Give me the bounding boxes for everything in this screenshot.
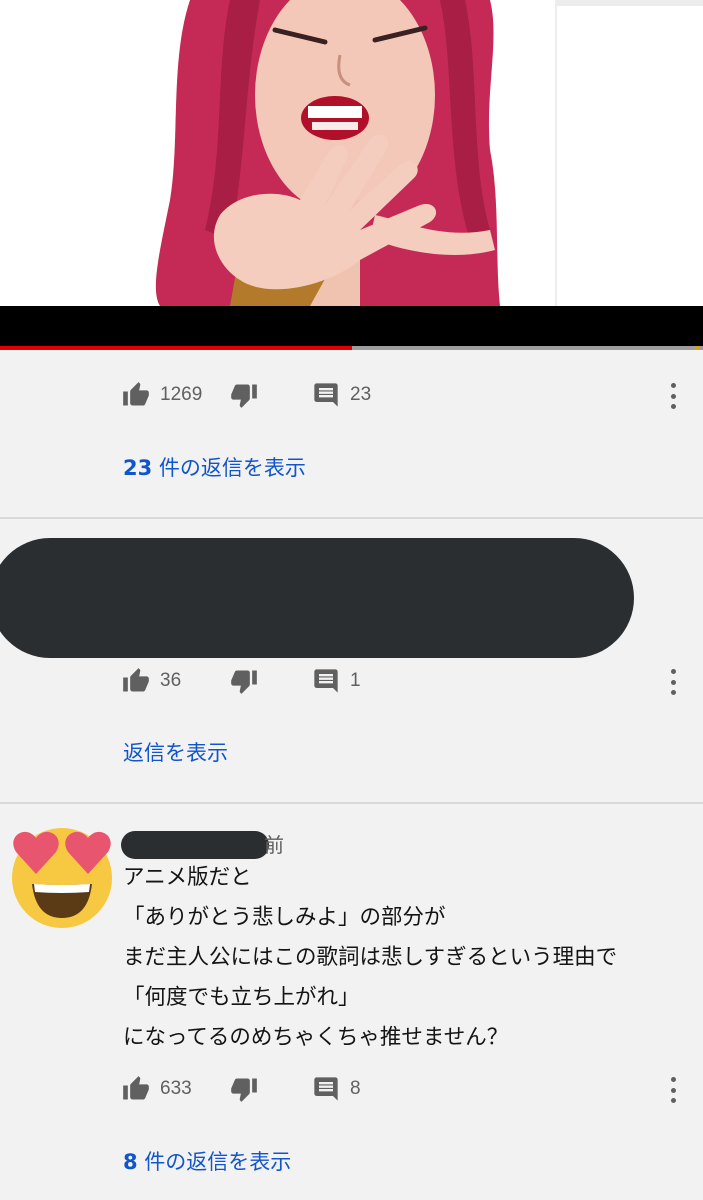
view-replies-label: 件の返信を表示 bbox=[152, 456, 306, 480]
like-button[interactable]: 1269 bbox=[122, 381, 230, 409]
thumbs-down-icon bbox=[231, 670, 257, 694]
view-replies-link[interactable]: 23 件の返信を表示 bbox=[123, 452, 306, 482]
comment-line: 「何度でも立ち上がれ」 bbox=[123, 985, 360, 1010]
view-replies-label: 件の返信を表示 bbox=[137, 1150, 292, 1174]
comment-line: 「ありがとう悲しみよ」の部分が bbox=[123, 905, 446, 930]
comment-divider bbox=[0, 802, 703, 804]
comment-actions: 633 8 bbox=[122, 1074, 361, 1104]
like-button[interactable]: 36 bbox=[122, 667, 230, 695]
like-button[interactable]: 633 bbox=[122, 1075, 230, 1103]
like-count: 1269 bbox=[160, 384, 203, 405]
more-vert-icon[interactable] bbox=[666, 1077, 680, 1103]
like-count: 36 bbox=[160, 670, 182, 691]
comment-line: まだ主人公にはこの歌詞は悲しすぎるという理由で bbox=[123, 945, 618, 970]
comment-icon bbox=[314, 1077, 338, 1101]
comment-timestamp: 前 bbox=[264, 833, 284, 857]
reply-count: 8 bbox=[350, 1078, 361, 1099]
thumbs-down-icon bbox=[231, 384, 257, 408]
view-replies-link[interactable]: 8 件の返信を表示 bbox=[123, 1146, 291, 1176]
comment-line: アニメ版だと bbox=[123, 865, 252, 890]
comment-text: アニメ版だと 「ありがとう悲しみよ」の部分が まだ主人公にはこの歌詞は悲しすぎる… bbox=[123, 858, 693, 1058]
reply-button[interactable]: 23 bbox=[312, 381, 371, 409]
heart-eyes-emoji-icon[interactable] bbox=[8, 822, 116, 930]
comment-icon bbox=[314, 383, 338, 407]
video-player[interactable] bbox=[0, 0, 703, 350]
progress-buffer-marker bbox=[695, 346, 699, 350]
thumbs-up-icon bbox=[123, 1076, 149, 1100]
progress-played bbox=[0, 346, 352, 350]
dislike-button[interactable] bbox=[230, 667, 312, 695]
comment-actions: 1269 23 bbox=[122, 380, 371, 410]
reply-count: 23 bbox=[350, 384, 372, 405]
reply-button[interactable]: 1 bbox=[312, 667, 361, 695]
more-vert-icon[interactable] bbox=[666, 383, 680, 409]
progress-bar[interactable] bbox=[0, 346, 703, 350]
view-replies-link[interactable]: 返信を表示 bbox=[123, 737, 228, 767]
like-count: 633 bbox=[160, 1078, 192, 1099]
video-thumbnail-image bbox=[0, 0, 703, 306]
video-letterbox bbox=[0, 306, 703, 346]
video-frame[interactable] bbox=[0, 0, 703, 306]
more-vert-icon[interactable] bbox=[666, 669, 680, 695]
redacted-author-name bbox=[121, 831, 269, 859]
comment-divider bbox=[0, 517, 703, 519]
thumbs-up-icon bbox=[123, 382, 149, 406]
comment-line: になってるのめちゃくちゃ推せません？ bbox=[123, 1025, 509, 1050]
dislike-button[interactable] bbox=[230, 381, 312, 409]
view-replies-count: 8 bbox=[123, 1150, 138, 1174]
comment-actions: 36 1 bbox=[122, 666, 361, 696]
reply-count: 1 bbox=[350, 670, 361, 691]
comment-icon bbox=[314, 669, 338, 693]
view-replies-count: 23 bbox=[123, 456, 153, 480]
thumbs-down-icon bbox=[231, 1078, 257, 1102]
reply-button[interactable]: 8 bbox=[312, 1075, 361, 1103]
thumbs-up-icon bbox=[123, 668, 149, 692]
dislike-button[interactable] bbox=[230, 1075, 312, 1103]
redacted-comment-content bbox=[0, 538, 634, 658]
